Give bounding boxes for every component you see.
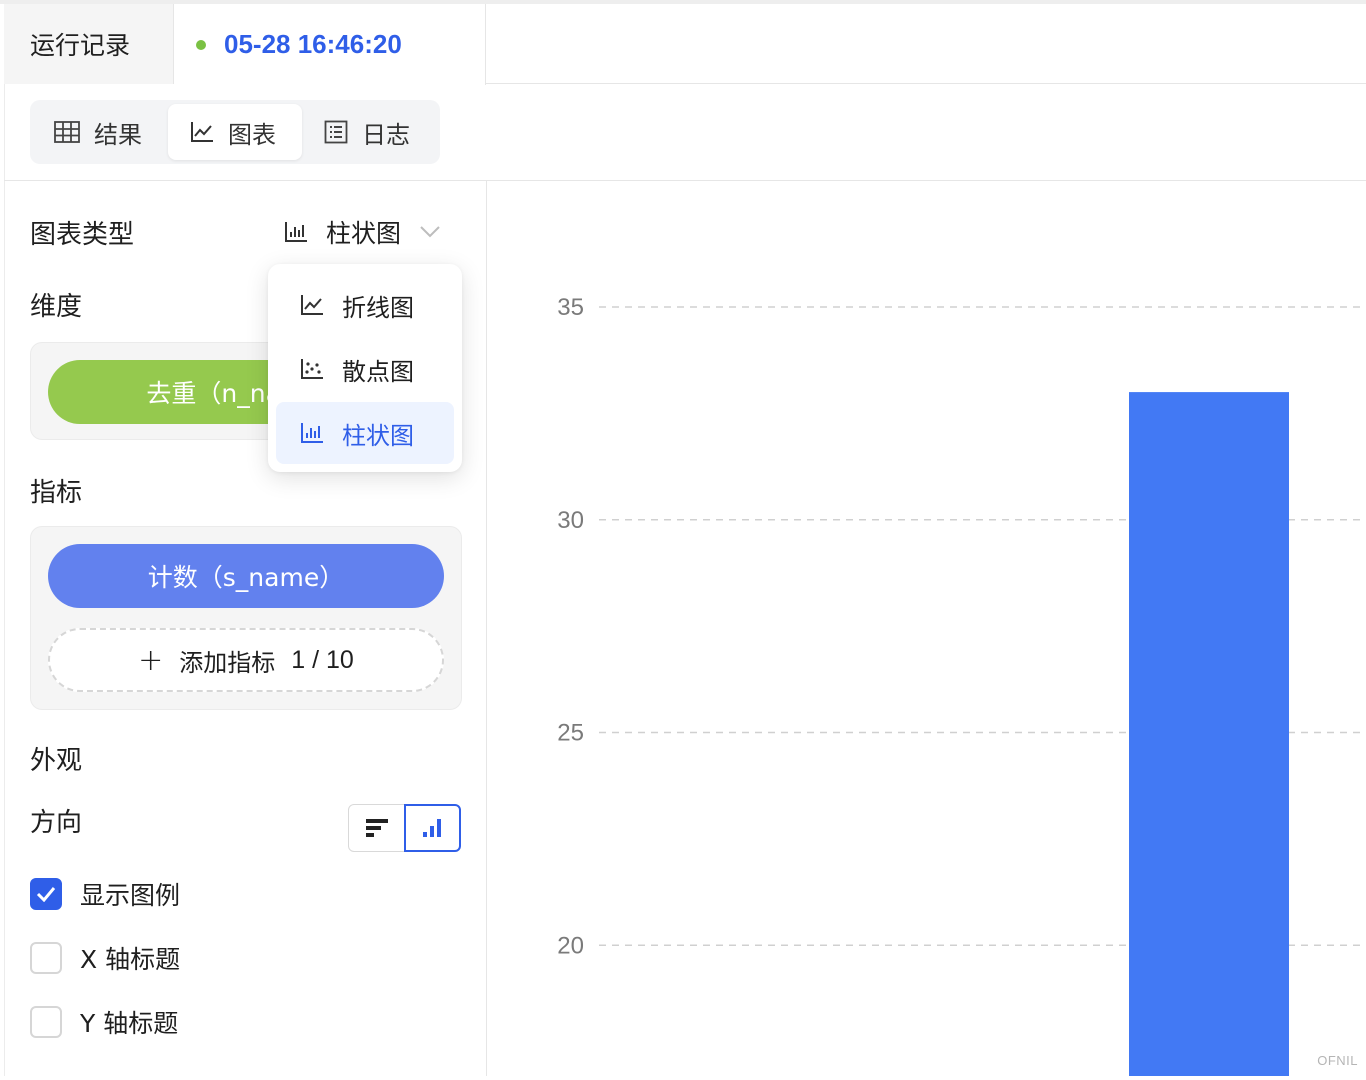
scatter-chart-icon <box>301 359 323 379</box>
line-chart-icon <box>301 295 323 315</box>
option-bar-chart-label: 柱状图 <box>342 421 414 450</box>
bar-chart-icon <box>301 423 323 443</box>
tab-run-record-label: 运行记录 <box>30 31 131 60</box>
tab-result[interactable]: 结果 <box>54 104 142 160</box>
y-tick-label: 35 <box>557 294 584 321</box>
status-dot <box>196 39 206 50</box>
plus-icon: + <box>138 642 164 678</box>
direction-horizontal-button[interactable] <box>348 804 405 852</box>
add-metric-button[interactable]: + 添加指标 1 / 10 <box>48 628 444 692</box>
bar-chart-icon <box>285 222 307 242</box>
run-timestamp: 05-28 16:46:20 <box>224 29 402 59</box>
tab-result-label: 结果 <box>94 120 142 149</box>
metric-count: 1 / 10 <box>291 645 354 674</box>
option-scatter-chart-label: 散点图 <box>342 357 414 386</box>
direction-label: 方向 <box>30 808 83 838</box>
tab-strip: 运行记录 05-28 16:46:20 <box>4 4 1366 85</box>
tab-chart-label: 图表 <box>228 120 276 149</box>
left-edge <box>4 84 5 1076</box>
x-axis-title-checkbox[interactable] <box>30 942 62 974</box>
tab-run-time[interactable]: 05-28 16:46:20 <box>174 4 486 85</box>
bar[interactable] <box>1129 392 1289 1077</box>
direction-toggle <box>348 804 462 852</box>
table-icon <box>54 121 80 143</box>
option-line-chart-label: 折线图 <box>342 293 414 322</box>
chart-type-value: 柱状图 <box>326 219 402 248</box>
chart-area: 20 25 30 35 OFNIL <box>487 181 1366 1077</box>
show-legend-row[interactable]: 显示图例 <box>30 876 180 912</box>
add-metric-label: 添加指标 <box>179 648 276 677</box>
option-bar-chart[interactable]: 柱状图 <box>276 402 454 464</box>
app-frame: 运行记录 05-28 16:46:20 结果 图表 日志 图表类型 柱状图 维度… <box>0 0 1366 1077</box>
y-axis-title-checkbox[interactable] <box>30 1006 62 1038</box>
x-axis-title-label: X 轴标题 <box>80 945 181 974</box>
show-legend-checkbox[interactable] <box>30 878 62 910</box>
metric-pill-label: 计数（s_name） <box>147 563 345 592</box>
tab-log[interactable]: 日志 <box>324 104 410 160</box>
bar-chart: 20 25 30 35 <box>557 294 1366 1077</box>
direction-vertical-button[interactable] <box>404 804 461 852</box>
tab-run-record[interactable]: 运行记录 <box>4 4 174 84</box>
option-line-chart[interactable]: 折线图 <box>276 274 454 336</box>
dimension-label: 维度 <box>30 292 83 322</box>
tab-log-label: 日志 <box>362 120 410 149</box>
checkmark-icon <box>36 887 56 902</box>
x-axis-title-row[interactable]: X 轴标题 <box>30 940 180 976</box>
view-switch: 结果 图表 日志 <box>30 100 440 164</box>
y-axis-title-row[interactable]: Y 轴标题 <box>30 1004 178 1040</box>
show-legend-label: 显示图例 <box>80 881 181 910</box>
metric-pill[interactable]: 计数（s_name） <box>48 544 444 608</box>
y-tick-label: 25 <box>557 720 584 747</box>
watermark: OFNIL <box>1317 1053 1358 1068</box>
chart-type-label: 图表类型 <box>30 220 135 250</box>
line-chart-icon <box>191 122 213 142</box>
metric-label: 指标 <box>30 478 83 508</box>
option-scatter-chart[interactable]: 散点图 <box>276 338 454 400</box>
y-axis-title-label: Y 轴标题 <box>80 1009 179 1038</box>
chevron-down-icon <box>420 226 440 238</box>
tab-chart[interactable]: 图表 <box>168 104 302 160</box>
y-tick-label: 20 <box>557 932 584 959</box>
chart-type-dropdown: 折线图 散点图 柱状图 <box>268 264 462 472</box>
y-tick-label: 30 <box>557 507 584 534</box>
appearance-label: 外观 <box>30 746 83 776</box>
horizontal-bars-icon <box>365 819 388 837</box>
log-list-icon <box>324 120 348 144</box>
vertical-bars-icon <box>422 819 441 837</box>
chart-type-select[interactable]: 柱状图 <box>284 212 441 252</box>
